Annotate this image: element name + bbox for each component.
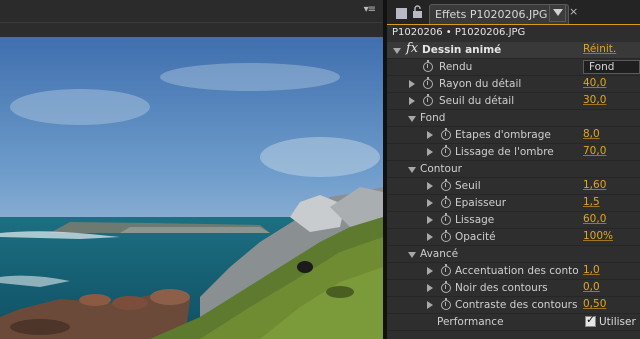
group-label: Contour [420, 163, 462, 175]
panel-menu-icon[interactable]: ▾≡ [364, 4, 376, 15]
stopwatch-icon[interactable] [423, 94, 433, 106]
stopwatch-icon[interactable] [423, 60, 433, 72]
rendu-select[interactable]: Fond [583, 60, 640, 74]
property-value[interactable]: 1,60 [583, 179, 606, 191]
property-value[interactable]: 100% [583, 230, 613, 242]
stopwatch-icon[interactable] [441, 281, 451, 293]
effect-header[interactable]: fx Dessin animé Réinit. [387, 41, 640, 59]
fx-toggle-icon[interactable]: fx [406, 41, 418, 56]
property-label: Epaisseur [455, 197, 507, 209]
property-value[interactable]: 8,0 [583, 128, 600, 140]
group-label: Avancé [420, 248, 459, 260]
tab-dropdown-button[interactable] [549, 4, 566, 22]
stopwatch-icon[interactable] [441, 213, 451, 225]
property-row-performance: Performance ✓ Utiliser [387, 313, 640, 331]
stopwatch-icon[interactable] [441, 298, 451, 310]
group-row-fond[interactable]: Fond [387, 110, 640, 127]
twirl-closed-icon[interactable] [427, 182, 433, 190]
stopwatch-icon[interactable] [441, 179, 451, 191]
landscape-illustration [0, 37, 383, 339]
property-value[interactable]: 0,50 [583, 298, 606, 310]
reset-button[interactable]: Réinit. [583, 43, 616, 55]
twirl-closed-icon[interactable] [427, 267, 433, 275]
checkmark-icon: ✓ [586, 313, 596, 326]
property-value[interactable]: 30,0 [583, 94, 606, 106]
property-row-seuil: Seuil 1,60 [387, 178, 640, 195]
twirl-closed-icon[interactable] [427, 148, 433, 156]
property-label: Noir des contours [455, 282, 548, 294]
property-row-contraste: Contraste des contours 0,50 [387, 297, 640, 314]
effect-name: Dessin animé [422, 44, 502, 56]
stopwatch-icon[interactable] [423, 77, 433, 89]
twirl-closed-icon[interactable] [427, 131, 433, 139]
property-label: Opacité [455, 231, 496, 243]
tab-underline [387, 24, 640, 25]
property-value[interactable]: 60,0 [583, 213, 606, 225]
property-label: Etapes d'ombrage [455, 129, 551, 141]
property-row-etapes: Etapes d'ombrage 8,0 [387, 127, 640, 144]
property-label: Accentuation des contou [455, 265, 579, 277]
property-value[interactable]: 1,5 [583, 196, 600, 208]
property-row-rayon: Rayon du détail 40,0 [387, 76, 640, 93]
group-row-contour[interactable]: Contour [387, 161, 640, 178]
property-row-rendu: Rendu Fond [387, 59, 640, 76]
composition-viewer[interactable]: ▾≡ [0, 0, 383, 339]
checkbox-label[interactable]: Utiliser [599, 316, 636, 328]
stopwatch-icon[interactable] [441, 196, 451, 208]
performance-checkbox[interactable]: ✓ [585, 313, 596, 327]
twirl-closed-icon[interactable] [409, 97, 415, 105]
group-label: Fond [420, 112, 446, 124]
stopwatch-icon[interactable] [441, 264, 451, 276]
property-value[interactable]: 0,0 [583, 281, 600, 293]
property-label: Seuil du détail [439, 95, 515, 107]
property-value[interactable]: 70,0 [583, 145, 606, 157]
effects-panel: Effets P1020206.JPG × P1020206 • P102020… [387, 0, 640, 339]
property-label: Lissage [455, 214, 495, 226]
close-icon[interactable]: × [569, 5, 578, 18]
property-row-opacite: Opacité 100% [387, 229, 640, 246]
twirl-closed-icon[interactable] [427, 301, 433, 309]
twirl-open-icon[interactable] [408, 252, 416, 258]
stopwatch-icon[interactable] [441, 145, 451, 157]
viewer-toolbar [0, 23, 383, 37]
stopwatch-icon[interactable] [441, 230, 451, 242]
lock-icon[interactable] [412, 5, 423, 19]
property-label: Seuil [455, 180, 481, 192]
group-row-avance[interactable]: Avancé [387, 246, 640, 263]
viewer-tab-bar: ▾≡ [0, 0, 383, 23]
tab-effects[interactable]: Effets P1020206.JPG [429, 4, 569, 24]
layer-breadcrumb: P1020206 • P1020206.JPG [392, 27, 526, 38]
property-row-lissage-ombre: Lissage de l'ombre 70,0 [387, 144, 640, 161]
property-label: Rendu [439, 61, 473, 73]
property-label: Lissage de l'ombre [455, 146, 554, 158]
property-row-noir: Noir des contours 0,0 [387, 280, 640, 297]
twirl-closed-icon[interactable] [427, 199, 433, 207]
property-value[interactable]: 1,0 [583, 264, 600, 276]
property-row-epaisseur: Epaisseur 1,5 [387, 195, 640, 212]
twirl-open-icon[interactable] [408, 116, 416, 122]
preview-image[interactable] [0, 37, 383, 339]
twirl-closed-icon[interactable] [427, 284, 433, 292]
panel-tab-bar: Effets P1020206.JPG × [387, 0, 640, 24]
property-value[interactable]: 40,0 [583, 77, 606, 89]
twirl-closed-icon[interactable] [409, 80, 415, 88]
twirl-open-icon[interactable] [393, 48, 401, 54]
panel-icon [396, 8, 407, 19]
property-row-accentuation: Accentuation des contou 1,0 [387, 263, 640, 280]
effect-properties: fx Dessin animé Réinit. Rendu Fond Rayon… [387, 41, 640, 331]
stopwatch-icon[interactable] [441, 128, 451, 140]
property-label: Rayon du détail [439, 78, 522, 90]
property-row-lissage: Lissage 60,0 [387, 212, 640, 229]
property-label: Contraste des contours [455, 299, 578, 311]
tab-title: Effets P1020206.JPG [435, 8, 548, 21]
twirl-open-icon[interactable] [408, 167, 416, 173]
property-label: Performance [437, 316, 504, 328]
chevron-down-icon [553, 9, 563, 16]
twirl-closed-icon[interactable] [427, 233, 433, 241]
property-row-seuil-detail: Seuil du détail 30,0 [387, 93, 640, 110]
twirl-closed-icon[interactable] [427, 216, 433, 224]
